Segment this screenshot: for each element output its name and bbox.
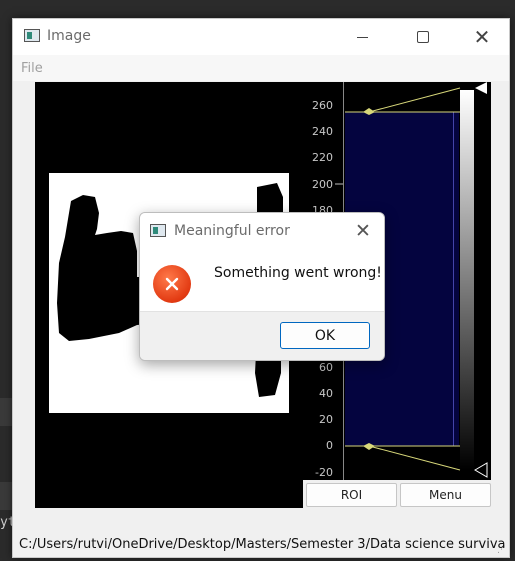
dialog-title-bar[interactable]: Meaningful error ✕	[140, 213, 384, 251]
resize-grip-icon[interactable]: ⋰	[497, 545, 507, 555]
status-bar: C:/Users/rutvi/OneDrive/Desktop/Masters/…	[13, 535, 509, 557]
dialog-close-button[interactable]: ✕	[346, 217, 380, 245]
error-icon	[153, 265, 191, 303]
menu-button[interactable]: Menu	[400, 483, 491, 507]
window-title: Image	[47, 28, 91, 44]
close-icon: ✕	[355, 220, 371, 242]
lower-handle-icon	[363, 443, 375, 450]
maximize-icon	[417, 31, 429, 43]
error-dialog: Meaningful error ✕ Something went wrong!…	[139, 212, 385, 361]
dialog-body: Something went wrong!	[140, 251, 384, 311]
dialog-app-icon	[150, 224, 166, 237]
bottom-arrow-icon	[474, 462, 488, 478]
minimize-icon	[356, 36, 368, 38]
close-button[interactable]: ✕	[459, 23, 505, 51]
minimize-button[interactable]	[339, 23, 385, 51]
title-bar[interactable]: Image ✕	[13, 19, 509, 55]
error-message: Something went wrong!	[214, 265, 382, 281]
lower-link-line	[368, 445, 461, 471]
upper-handle-icon	[363, 108, 375, 115]
top-arrow-icon	[475, 82, 487, 94]
menu-bar: File	[13, 55, 509, 81]
dialog-footer: OK	[140, 311, 384, 360]
dialog-title: Meaningful error	[174, 223, 290, 239]
ok-button[interactable]: OK	[280, 322, 370, 349]
close-icon: ✕	[473, 25, 491, 49]
menu-file[interactable]: File	[21, 61, 43, 76]
maximize-button[interactable]	[400, 23, 446, 51]
upper-link-line	[368, 87, 461, 113]
status-path: C:/Users/rutvi/OneDrive/Desktop/Masters/…	[19, 537, 505, 552]
app-icon	[24, 29, 40, 42]
roi-button[interactable]: ROI	[306, 483, 397, 507]
x-mark-icon	[165, 277, 179, 291]
